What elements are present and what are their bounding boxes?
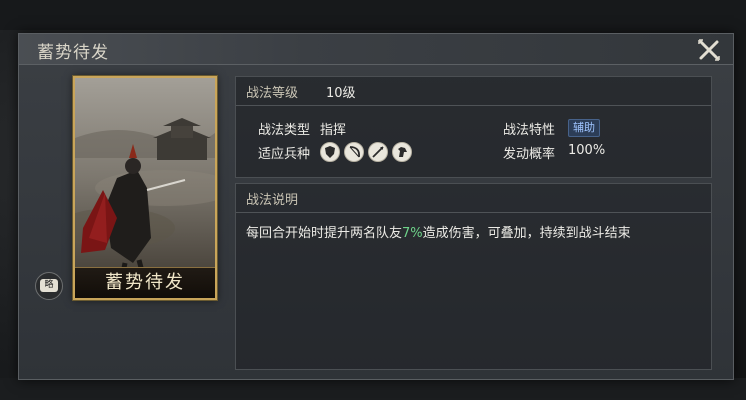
skill-trait-tag: 辅助 xyxy=(568,119,600,137)
dialog-titlebar: 蓄势待发 xyxy=(19,34,733,65)
skill-type-label: 战法类型 xyxy=(258,123,311,138)
card-name: 蓄势待发 xyxy=(105,272,185,293)
skill-info-panel: 战法等级 10级 战法类型 指挥 战法特性 辅助 适应兵种 发动概率 100% xyxy=(235,76,712,178)
close-button[interactable] xyxy=(695,36,723,64)
skill-trait-label: 战法特性 xyxy=(503,123,556,138)
skill-level-value: 10级 xyxy=(326,86,356,101)
description-text: 每回合开始时提升两名队友7%造成伤害，可叠加，持续到战斗结束 xyxy=(246,222,631,241)
card-name-bar: 蓄势待发 xyxy=(75,267,215,298)
bow-icon[interactable] xyxy=(344,142,364,162)
spear-icon[interactable] xyxy=(368,142,388,162)
card-artwork xyxy=(75,78,215,298)
trigger-rate-label: 发动概率 xyxy=(503,147,556,162)
shield-icon[interactable] xyxy=(320,142,340,162)
close-x-icon xyxy=(698,39,720,61)
skill-card: 蓄势待发 xyxy=(73,76,217,300)
strategy-badge-label: 略 xyxy=(40,279,58,292)
strategy-badge[interactable]: 略 xyxy=(35,272,63,300)
skill-type-value: 指挥 xyxy=(320,123,347,138)
background-bottom-bar xyxy=(0,378,746,400)
skill-level-row: 战法等级 10级 xyxy=(236,77,711,106)
trigger-rate-value: 100% xyxy=(568,143,606,158)
dialog-title: 蓄势待发 xyxy=(37,43,109,63)
horse-icon[interactable] xyxy=(392,142,412,162)
description-header-row: 战法说明 xyxy=(236,184,711,213)
description-highlight: 7% xyxy=(402,226,423,241)
skill-dialog: 蓄势待发 蓄势待发 略 战法等级 10级 战法类型 指挥 战法特性 辅助 适应兵… xyxy=(18,33,734,380)
skill-description-panel: 战法说明 每回合开始时提升两名队友7%造成伤害，可叠加，持续到战斗结束 xyxy=(235,183,712,370)
skill-level-label: 战法等级 xyxy=(246,86,299,101)
description-text-after: 造成伤害，可叠加，持续到战斗结束 xyxy=(422,226,631,241)
background-top-bar xyxy=(0,0,746,30)
description-header: 战法说明 xyxy=(246,193,299,208)
description-text-before: 每回合开始时提升两名队友 xyxy=(246,226,403,241)
troop-type-label: 适应兵种 xyxy=(258,147,311,162)
